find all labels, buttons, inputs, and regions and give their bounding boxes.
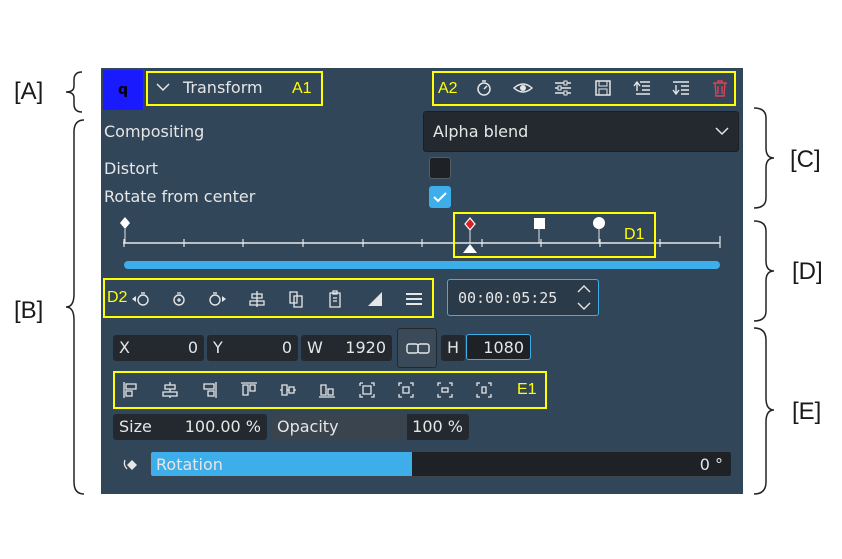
annotation-label-b: [B] [14,297,44,324]
effect-title[interactable]: Transform [183,78,263,97]
move-up-icon[interactable] [632,78,652,98]
annotation-label-d1: D1 [624,226,645,243]
move-down-icon[interactable] [671,78,691,98]
align-hcenter-icon[interactable] [160,380,180,400]
opacity-label: Opacity [277,417,339,436]
annotation-label-a: [A] [14,78,44,105]
y-label: Y [213,338,223,357]
opacity-value: 100 % [412,417,463,436]
y-field[interactable]: Y 0 [207,335,298,361]
rotate-from-center-label: Rotate from center [104,187,256,206]
center-icon[interactable] [396,380,416,400]
compositing-label: Compositing [104,122,205,141]
x-field[interactable]: X 0 [113,335,204,361]
timecode-value: 00:00:05:25 [458,289,558,307]
add-keyframe-icon[interactable] [169,289,189,309]
size-value: 100.00 % [184,417,261,436]
annotation-label-e: [E] [792,398,822,425]
copy-icon[interactable] [286,289,306,309]
annotation-label-e1: E1 [517,381,537,398]
w-value: 1920 [345,338,386,357]
x-label: X [119,338,130,357]
h-field[interactable]: 1080 [466,334,531,360]
annotation-label-c: [C] [790,146,821,173]
delete-icon[interactable] [710,78,730,98]
effect-badge: q [103,70,143,110]
spin-arrows-icon[interactable] [576,282,592,313]
size-label: Size [119,417,152,436]
next-keyframe-icon[interactable] [207,289,227,309]
timecode-spinbox[interactable]: 00:00:05:25 [447,279,599,316]
previous-keyframe-icon[interactable] [131,289,151,309]
size-field[interactable]: Size 100.00 % [113,414,267,440]
align-right-icon[interactable] [199,380,219,400]
x-value: 0 [187,338,198,357]
transform-effect-panel: q Transform A1 A2 Compositing Alpha blen… [101,68,743,494]
align-center-icon[interactable] [247,289,267,309]
h-label: H [447,338,460,357]
align-bottom-icon[interactable] [317,380,337,400]
keyframe-timer-icon[interactable] [474,78,494,98]
align-left-icon[interactable] [121,380,141,400]
annotation-label-d: [D] [792,258,823,285]
adjust-sliders-icon[interactable] [553,78,573,98]
rotation-keyframe-icon[interactable] [121,456,141,474]
keyframe-start[interactable] [120,217,130,243]
annotation-label-d2: D2 [107,289,128,306]
align-vcenter-icon[interactable] [278,380,298,400]
link-icon [406,343,430,354]
chevron-down-icon [715,127,729,136]
annotation-label-a1: A1 [292,80,312,97]
brace-c [753,107,775,209]
center-h-icon[interactable] [435,380,455,400]
compositing-value: Alpha blend [433,122,529,141]
brace-a [65,71,83,113]
interpolation-icon[interactable] [365,289,385,309]
align-top-icon[interactable] [239,380,259,400]
compositing-select[interactable]: Alpha blend [423,111,739,152]
brace-e [753,327,775,495]
h-label-box: H [441,335,465,361]
w-field[interactable]: W 1920 [301,335,392,361]
rotate-from-center-checkbox[interactable] [429,186,451,208]
menu-icon[interactable] [404,289,424,309]
checkmark-icon [433,192,447,203]
fit-icon[interactable] [357,380,377,400]
brace-d [753,220,775,322]
timeline-range-bar[interactable] [124,261,720,269]
brace-b [65,119,85,495]
rotation-label: Rotation [156,455,223,474]
collapse-chevron-icon[interactable] [155,79,171,95]
paste-icon[interactable] [325,289,345,309]
rotation-value: 0 ° [699,455,723,474]
distort-label: Distort [104,159,159,178]
distort-checkbox[interactable] [429,157,451,179]
eye-icon[interactable] [513,78,533,98]
y-value: 0 [281,338,292,357]
opacity-field[interactable]: Opacity 100 % [271,414,469,440]
annotation-label-a2: A2 [438,80,458,97]
rotation-slider[interactable]: Rotation 0 ° [150,451,732,477]
center-v-icon[interactable] [474,380,494,400]
h-value: 1080 [483,338,524,357]
save-icon[interactable] [593,78,613,98]
w-label: W [307,338,323,357]
link-aspect-button[interactable] [397,328,437,368]
